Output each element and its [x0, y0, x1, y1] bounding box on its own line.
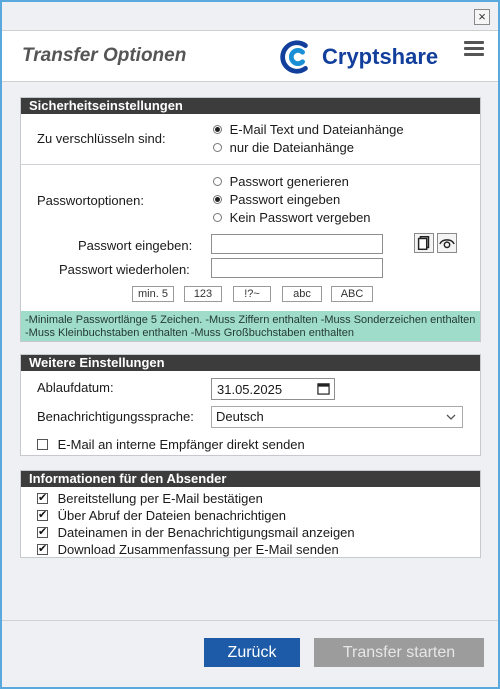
- sender-info-panel: Informationen für den Absender ✔ Bereits…: [20, 470, 481, 558]
- start-transfer-button[interactable]: Transfer starten: [314, 638, 484, 667]
- sender-info-heading: Informationen für den Absender: [21, 471, 480, 487]
- password-option-enter-label: Passwort eingeben: [229, 192, 341, 207]
- calendar-icon[interactable]: [317, 382, 330, 395]
- back-button[interactable]: Zurück: [204, 638, 300, 667]
- rule-chip-special: !?~: [233, 286, 271, 302]
- cryptshare-logo-icon: [280, 40, 308, 74]
- expiry-date-field[interactable]: 31.05.2025: [211, 378, 335, 400]
- copy-icon: [417, 235, 430, 251]
- radio-icon: [213, 125, 222, 135]
- checkmark-icon: ✔: [37, 509, 48, 522]
- chevron-down-icon: [446, 414, 456, 420]
- password-repeat-label: Passwort wiederholen:: [59, 262, 190, 277]
- content-area: Sicherheitseinstellungen Zu verschlüssel…: [2, 82, 498, 620]
- confirm-provision-checkbox[interactable]: ✔ Bereitstellung per E-Mail bestätigen: [37, 491, 263, 506]
- expiry-date-value: 31.05.2025: [217, 382, 283, 397]
- password-input[interactable]: [211, 234, 383, 254]
- further-settings-heading: Weitere Einstellungen: [21, 355, 480, 371]
- encrypt-option-attachments-label: nur die Dateianhänge: [229, 140, 354, 155]
- language-label: Benachrichtigungssprache:: [37, 409, 194, 424]
- rule-chip-lowercase: abc: [282, 286, 322, 302]
- dialog-header: Transfer Optionen Cryptshare: [2, 30, 498, 82]
- password-option-generate[interactable]: Passwort generieren: [213, 174, 349, 189]
- hamburger-menu-icon[interactable]: [464, 41, 484, 57]
- close-icon: ×: [478, 9, 486, 24]
- further-settings-panel: Weitere Einstellungen Ablaufdatum: 31.05…: [20, 354, 481, 456]
- language-select-value: Deutsch: [216, 409, 264, 424]
- notify-retrieval-label: Über Abruf der Dateien benachrichtigen: [57, 508, 286, 523]
- download-summary-checkbox[interactable]: ✔ Download Zusammenfassung per E-Mail se…: [37, 542, 339, 557]
- password-option-none-label: Kein Passwort vergeben: [229, 210, 371, 225]
- encrypt-option-all-label: E-Mail Text und Dateianhänge: [229, 122, 404, 137]
- confirm-provision-label: Bereitstellung per E-Mail bestätigen: [57, 491, 263, 506]
- encrypt-label: Zu verschlüsseln sind:: [37, 131, 166, 146]
- radio-icon: [213, 213, 222, 223]
- dialog-window: × Transfer Optionen Cryptshare Sicherhei…: [0, 0, 500, 689]
- password-rules-text: -Minimale Passwortlänge 5 Zeichen. -Muss…: [21, 311, 480, 341]
- security-panel: Sicherheitseinstellungen Zu verschlüssel…: [20, 97, 481, 342]
- divider: [21, 164, 480, 165]
- show-filenames-label: Dateinamen in der Benachrichtigungsmail …: [57, 525, 355, 540]
- page-title: Transfer Optionen: [22, 45, 187, 66]
- password-options-label: Passwortoptionen:: [37, 193, 144, 208]
- eye-icon: [439, 239, 455, 249]
- language-select[interactable]: Deutsch: [211, 406, 463, 428]
- checkmark-icon: ✔: [37, 492, 48, 505]
- rule-chip-digits: 123: [184, 286, 222, 302]
- notify-retrieval-checkbox[interactable]: ✔ Über Abruf der Dateien benachrichtigen: [37, 508, 286, 523]
- password-label: Passwort eingeben:: [78, 238, 193, 253]
- dialog-footer: Zurück Transfer starten: [2, 620, 498, 687]
- download-summary-label: Download Zusammenfassung per E-Mail send…: [57, 542, 339, 557]
- password-option-enter[interactable]: Passwort eingeben: [213, 192, 340, 207]
- title-bar: ×: [2, 2, 498, 30]
- radio-icon: [213, 143, 222, 153]
- encrypt-option-attachments[interactable]: nur die Dateianhänge: [213, 140, 354, 155]
- internal-recipients-checkbox[interactable]: E-Mail an interne Empfänger direkt sende…: [37, 437, 305, 452]
- brand-name: Cryptshare: [322, 44, 439, 69]
- encrypt-option-all[interactable]: E-Mail Text und Dateianhänge: [213, 122, 404, 137]
- checkmark-icon: ✔: [37, 543, 48, 556]
- password-option-none[interactable]: Kein Passwort vergeben: [213, 210, 371, 225]
- expiry-label: Ablaufdatum:: [37, 380, 114, 395]
- brand-logo: Cryptshare: [276, 39, 438, 75]
- radio-icon: [213, 195, 222, 205]
- password-repeat-input[interactable]: [211, 258, 383, 278]
- copy-password-button[interactable]: [414, 233, 434, 253]
- radio-icon: [213, 177, 222, 187]
- checkbox-icon: [37, 439, 48, 451]
- checkmark-icon: ✔: [37, 526, 48, 539]
- rule-chip-min-length: min. 5: [132, 286, 174, 302]
- show-password-button[interactable]: [437, 233, 457, 253]
- internal-recipients-label: E-Mail an interne Empfänger direkt sende…: [57, 437, 305, 452]
- show-filenames-checkbox[interactable]: ✔ Dateinamen in der Benachrichtigungsmai…: [37, 525, 355, 540]
- password-option-generate-label: Passwort generieren: [229, 174, 349, 189]
- rule-chip-uppercase: ABC: [331, 286, 373, 302]
- security-heading: Sicherheitseinstellungen: [21, 98, 480, 114]
- close-button[interactable]: ×: [474, 9, 490, 25]
